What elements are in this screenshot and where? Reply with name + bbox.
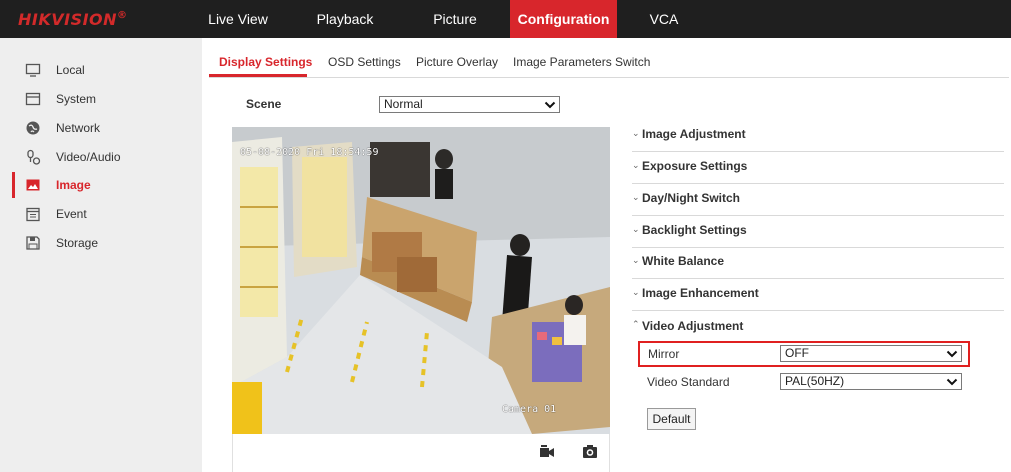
scene-label: Scene (246, 97, 282, 111)
default-button[interactable]: Default (647, 408, 696, 430)
top-navigation-bar: HIKVISION® Live View Playback Picture Co… (0, 0, 1011, 38)
network-icon (26, 121, 40, 135)
section-backlight-settings[interactable]: ⌄ Backlight Settings (632, 217, 1004, 248)
section-exposure-settings[interactable]: ⌄ Exposure Settings (632, 153, 1004, 184)
tab-divider (209, 77, 1009, 78)
sidebar-item-label: System (56, 92, 97, 106)
chevron-down-icon: ⌄ (632, 287, 640, 297)
system-icon (25, 92, 41, 106)
nav-playback[interactable]: Playback (300, 0, 390, 38)
section-image-adjustment[interactable]: ⌄ Image Adjustment (632, 121, 1004, 152)
osd-timestamp: 05-08-2020 Fri 18:54:59 (240, 147, 379, 158)
tab-display-settings[interactable]: Display Settings (219, 55, 312, 69)
sidebar-item-image[interactable]: Image (0, 172, 202, 198)
section-day-night-switch[interactable]: ⌄ Day/Night Switch (632, 185, 1004, 216)
chevron-down-icon (946, 378, 958, 386)
nav-configuration[interactable]: Configuration (510, 0, 617, 38)
sidebar-item-network[interactable]: Network (0, 115, 202, 141)
sidebar-item-storage[interactable]: Storage (0, 230, 202, 256)
mirror-label: Mirror (648, 347, 680, 361)
event-icon (26, 207, 40, 222)
chevron-down-icon (544, 101, 556, 109)
sidebar-item-label: Video/Audio (56, 150, 121, 164)
chevron-up-icon: ⌃ (632, 319, 640, 329)
tab-picture-overlay[interactable]: Picture Overlay (416, 55, 498, 69)
video-frame-image (232, 127, 610, 434)
section-label: White Balance (642, 254, 725, 268)
sidebar-item-label: Storage (56, 236, 99, 250)
chevron-down-icon: ⌄ (632, 128, 640, 138)
section-label: Backlight Settings (642, 223, 747, 237)
section-label: Day/Night Switch (642, 191, 741, 205)
sidebar-item-label: Network (56, 121, 101, 135)
scene-select[interactable]: Normal (379, 96, 560, 113)
chevron-down-icon: ⌄ (632, 192, 640, 202)
osd-camera-name: Camera 01 (502, 404, 557, 415)
sidebar: Local System Network Video/Audio Image E… (0, 38, 202, 472)
nav-live-view[interactable]: Live View (198, 0, 278, 38)
sidebar-item-label: Event (56, 207, 87, 221)
chevron-down-icon (946, 350, 958, 358)
sidebar-item-label: Image (56, 178, 91, 192)
image-icon (26, 179, 40, 191)
section-image-enhancement[interactable]: ⌄ Image Enhancement (632, 280, 1004, 311)
chevron-down-icon: ⌄ (632, 160, 640, 170)
capture-icon[interactable] (582, 444, 598, 459)
tab-image-parameters-switch[interactable]: Image Parameters Switch (513, 55, 650, 69)
video-standard-select[interactable]: PAL(50HZ) (780, 373, 962, 390)
hikvision-logo: HIKVISION® (18, 10, 128, 29)
tab-osd-settings[interactable]: OSD Settings (328, 55, 401, 69)
sidebar-item-local[interactable]: Local (0, 57, 202, 83)
chevron-down-icon: ⌄ (632, 255, 640, 265)
scene-select-value: Normal (384, 97, 423, 111)
live-video-view[interactable]: 05-08-2020 Fri 18:54:59 Camera 01 (232, 127, 610, 434)
chevron-down-icon: ⌄ (632, 224, 640, 234)
section-label: Image Enhancement (642, 286, 759, 300)
video-standard-select-value: PAL(50HZ) (785, 374, 845, 388)
nav-vca[interactable]: VCA (632, 0, 696, 38)
sidebar-item-system[interactable]: System (0, 86, 202, 112)
active-indicator (12, 172, 15, 198)
storage-icon (26, 236, 40, 250)
nav-picture[interactable]: Picture (410, 0, 500, 38)
section-label: Image Adjustment (642, 127, 746, 141)
section-white-balance[interactable]: ⌄ White Balance (632, 248, 1004, 279)
video-toolbar (232, 434, 610, 472)
record-icon[interactable] (539, 445, 555, 459)
sidebar-item-video-audio[interactable]: Video/Audio (0, 144, 202, 170)
sidebar-item-event[interactable]: Event (0, 201, 202, 227)
mirror-select[interactable]: OFF (780, 345, 962, 362)
sidebar-item-label: Local (56, 63, 85, 77)
video-audio-icon (27, 149, 41, 165)
mirror-select-value: OFF (785, 346, 809, 360)
section-label: Video Adjustment (642, 319, 744, 333)
section-video-adjustment[interactable]: ⌃ Video Adjustment (632, 313, 1004, 344)
section-label: Exposure Settings (642, 159, 748, 173)
monitor-icon (25, 63, 41, 77)
video-standard-label: Video Standard (647, 375, 730, 389)
